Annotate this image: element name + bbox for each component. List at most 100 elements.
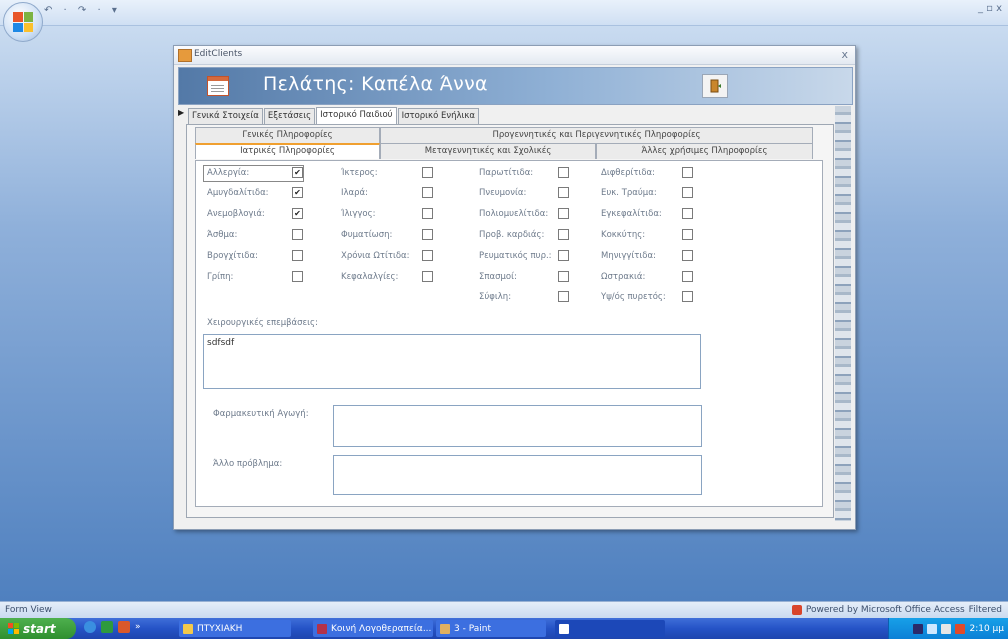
security-alert-icon[interactable] <box>955 623 966 634</box>
client-card-icon <box>207 76 229 96</box>
label-measles: Ιλαρά: <box>341 188 369 198</box>
taskbar-item-label: ΠΤΥΧΙΑΚΗ <box>197 623 243 634</box>
tab-other-useful-info[interactable]: Άλλες χρήσιμες Πληροφορίες <box>596 143 813 159</box>
checkbox-chickenpox[interactable]: ✔ <box>292 208 303 219</box>
office-titlebar: ↶ · ↷ · ▾ _ ▫ x <box>0 0 1008 26</box>
office-button[interactable] <box>3 2 43 42</box>
surgery-textbox[interactable]: sdfsdf <box>203 334 701 389</box>
outer-tab-strip: Γενικά Στοιχεία Εξετάσεις Ιστορικό Παιδι… <box>188 107 480 126</box>
clock: 2:10 μμ <box>969 623 1004 634</box>
label-heart-problem: Προβ. καρδιάς: <box>479 230 545 240</box>
checkbox-seizures[interactable] <box>558 271 569 282</box>
ie-icon[interactable] <box>84 621 96 633</box>
status-bar: Form View Powered by Microsoft Office Ac… <box>0 601 1008 619</box>
decorative-strip <box>835 106 851 521</box>
label-tonsillitis: Αμυγδαλίτιδα: <box>207 188 269 198</box>
checkbox-diphtheria[interactable] <box>682 167 693 178</box>
checkbox-chronic-otitis[interactable] <box>422 250 433 261</box>
label-bronchitis: Βρογχίτιδα: <box>207 251 258 261</box>
taskbar-item-speech-therapy[interactable]: Κοινή Λογοθεραπεία... <box>313 620 433 637</box>
checkbox-vertigo[interactable] <box>422 208 433 219</box>
label-vertigo: Ίλιγγος: <box>341 209 376 219</box>
checkbox-polio[interactable] <box>558 208 569 219</box>
checkbox-measles[interactable] <box>422 187 433 198</box>
paint-icon <box>440 623 450 634</box>
windows-flag-icon <box>8 623 19 634</box>
powered-by-label: Powered by Microsoft Office Access <box>805 605 965 615</box>
tab-medical-information[interactable]: Ιατρικές Πληροφορίες <box>195 143 380 159</box>
checkbox-tuberculosis[interactable] <box>422 229 433 240</box>
quick-access-toolbar[interactable]: ↶ · ↷ · ▾ <box>44 5 121 16</box>
checkbox-meningitis[interactable] <box>682 250 693 261</box>
taskbar-item-label: 3 - Paint <box>454 623 491 634</box>
filter-status: Filtered <box>968 605 1002 615</box>
tab-general-info[interactable]: Γενικά Στοιχεία <box>188 108 263 125</box>
checkbox-rheumatic-fever[interactable] <box>558 250 569 261</box>
label-encephalitis: Εγκεφαλίτιδα: <box>601 209 662 219</box>
tab-prenatal-perinatal[interactable]: Προγεννητικές και Περιγεννητικές Πληροφο… <box>380 127 813 143</box>
checkbox-jaundice[interactable] <box>422 167 433 178</box>
taskbar-item-thesis[interactable]: ΠΤΥΧΙΑΚΗ <box>179 620 291 637</box>
checkbox-encephalitis[interactable] <box>682 208 693 219</box>
form-header: Πελάτης: Καπέλα Άννα <box>178 67 853 105</box>
office-logo-icon <box>13 12 33 32</box>
tab-exams[interactable]: Εξετάσεις <box>263 108 316 125</box>
medication-textbox[interactable] <box>333 405 702 447</box>
windows-taskbar: start » ΠΤΥΧΙΑΚΗ Κοινή Λογοθεραπεία... 3… <box>0 618 1008 639</box>
exit-door-icon <box>710 79 721 93</box>
checkbox-allergy[interactable]: ✔ <box>292 167 303 178</box>
dialog-titlebar: EditClients x <box>174 46 855 65</box>
keyboard-language-icon[interactable] <box>913 623 924 634</box>
checkbox-bronchitis[interactable] <box>292 250 303 261</box>
other-problem-textbox[interactable] <box>333 455 702 495</box>
checkbox-flu[interactable] <box>292 271 303 282</box>
checkbox-scarlet-fever[interactable] <box>682 271 693 282</box>
checkbox-injury[interactable] <box>682 187 693 198</box>
label-tuberculosis: Φυματίωση: <box>341 230 393 240</box>
record-selector-icon: ▶ <box>178 108 185 117</box>
label-jaundice: Ίκτερος: <box>341 168 378 178</box>
checkbox-tonsillitis[interactable]: ✔ <box>292 187 303 198</box>
tab-adult-history[interactable]: Ιστορικό Ενήλικα <box>397 108 479 125</box>
edit-clients-dialog: EditClients x Πελάτης: Καπέλα Άννα ▶ Γεν… <box>173 45 856 530</box>
window-controls[interactable]: _ ▫ x <box>978 3 1002 14</box>
checkbox-asthma[interactable] <box>292 229 303 240</box>
surgery-label: Χειρουργικές επεμβάσεις: <box>207 318 318 328</box>
label-seizures: Σπασμοί: <box>479 272 517 282</box>
checkbox-heart-problem[interactable] <box>558 229 569 240</box>
dialog-caption: EditClients <box>194 49 243 59</box>
checkbox-pneumonia[interactable] <box>558 187 569 198</box>
taskbar-item-paint[interactable]: 3 - Paint <box>436 620 546 637</box>
status-view-mode: Form View <box>5 605 52 615</box>
tab-general-information[interactable]: Γενικές Πληροφορίες <box>195 127 380 143</box>
label-allergy: Αλλεργία: <box>207 168 250 178</box>
label-mumps: Παρωτίτιδα: <box>479 168 534 178</box>
inner-tab-row-1: Γενικές Πληροφορίες Προγεννητικές και Πε… <box>195 127 813 143</box>
label-scarlet-fever: Ωστρακιά: <box>601 272 646 282</box>
network-icon[interactable] <box>927 623 938 634</box>
start-button[interactable]: start <box>0 618 76 639</box>
powerpoint-icon[interactable] <box>118 621 130 633</box>
close-icon[interactable]: x <box>841 48 848 61</box>
taskbar-item-label: Κοινή Λογοθεραπεία... <box>331 623 432 634</box>
child-history-panel: Γενικές Πληροφορίες Προγεννητικές και Πε… <box>186 124 834 518</box>
excel-icon[interactable] <box>101 621 113 633</box>
checkbox-syphilis[interactable] <box>558 291 569 302</box>
form-icon <box>178 49 192 62</box>
client-title: Πελάτης: Καπέλα Άννα <box>263 73 488 95</box>
checkbox-headaches[interactable] <box>422 271 433 282</box>
label-diphtheria: Διφθερίτιδα: <box>601 168 656 178</box>
label-rheumatic-fever: Ρευματικός πυρ.: <box>479 251 552 261</box>
system-tray: 2:10 μμ <box>888 618 1008 639</box>
checkbox-mumps[interactable] <box>558 167 569 178</box>
exit-door-button[interactable] <box>702 74 728 98</box>
volume-icon[interactable] <box>941 623 952 634</box>
taskbar-item-active-window[interactable] <box>555 620 665 637</box>
label-chronic-otitis: Χρόνια Ωτίτιδα: <box>341 251 410 261</box>
checkbox-high-fever[interactable] <box>682 291 693 302</box>
label-high-fever: Υψ/ός πυρετός: <box>601 292 666 302</box>
checkbox-whooping-cough[interactable] <box>682 229 693 240</box>
label-polio: Πολιομυελίτιδα: <box>479 209 549 219</box>
tab-postnatal-school[interactable]: Μεταγεννητικές και Σχολικές <box>380 143 596 159</box>
quick-launch-more-icon[interactable]: » <box>135 622 141 632</box>
